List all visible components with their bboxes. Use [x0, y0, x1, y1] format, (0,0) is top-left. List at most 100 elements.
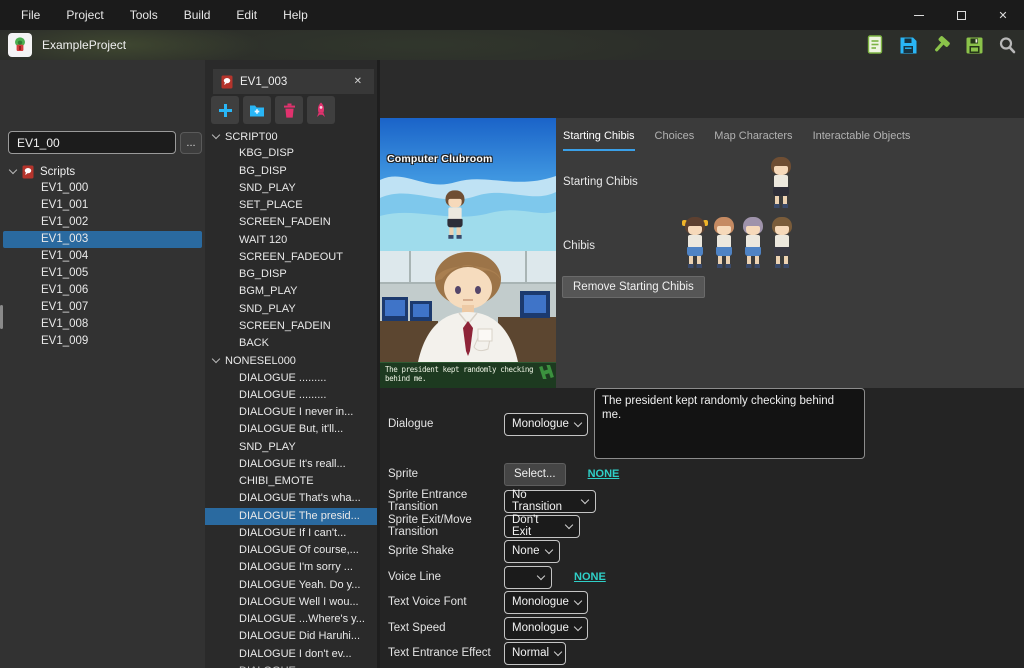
script-file-item[interactable]: EV1_006 — [3, 282, 202, 299]
script-file-item[interactable]: EV1_004 — [3, 248, 202, 265]
koizumi-chibi[interactable] — [769, 216, 795, 268]
build-button[interactable] — [930, 34, 952, 56]
script-file-item[interactable]: EV1_009 — [3, 333, 202, 350]
window-controls: ✕ — [898, 0, 1024, 30]
haruhi-chibi[interactable] — [682, 216, 708, 268]
tab-close-button[interactable]: ✕ — [350, 74, 366, 89]
kyon-chibi[interactable] — [768, 156, 794, 208]
close-button[interactable]: ✕ — [982, 0, 1024, 30]
scripts-tree: Scripts EV1_000EV1_001EV1_002EV1_003EV1_… — [0, 163, 205, 350]
command-item[interactable]: DIALOGUE That's wha... — [205, 490, 377, 507]
command-item[interactable]: DIALOGUE Did Haruhi... — [205, 628, 377, 645]
command-item[interactable]: WAIT 120 — [205, 232, 377, 249]
browse-button[interactable]: ... — [180, 132, 202, 154]
text-speed-dropdown[interactable]: Monologue — [504, 617, 588, 640]
script-file-item[interactable]: EV1_000 — [3, 180, 202, 197]
sprite-select-button[interactable]: Select... — [504, 463, 566, 486]
command-item[interactable]: SCREEN_FADEIN — [205, 214, 377, 231]
command-item[interactable]: SET_PLACE — [205, 197, 377, 214]
command-item[interactable]: DIALOGUE The presid... — [205, 508, 377, 525]
inspector-tab[interactable]: Choices — [655, 130, 695, 151]
command-item[interactable]: DIALOGUE Of course,... — [205, 542, 377, 559]
minimize-icon — [914, 15, 924, 16]
delete-command-button[interactable] — [275, 96, 303, 124]
script-file-item[interactable]: EV1_008 — [3, 316, 202, 333]
scripts-root-node[interactable]: Scripts — [0, 163, 205, 180]
command-item[interactable]: DIALOGUE I never in... — [205, 404, 377, 421]
command-item[interactable]: DIALOGUE But, it'll... — [205, 421, 377, 438]
command-item[interactable]: DIALOGUE I'm sorry ... — [205, 559, 377, 576]
inspector-tab[interactable]: Map Characters — [714, 130, 792, 151]
command-group-header[interactable]: NONESEL000 — [205, 352, 377, 369]
menu-item[interactable]: Tools — [117, 0, 171, 30]
nagato-chibi[interactable] — [740, 216, 766, 268]
command-item[interactable]: DIALOGUE ... — [205, 663, 377, 668]
menu-item[interactable]: File — [8, 0, 53, 30]
voice-line-none-link[interactable]: NONE — [574, 571, 606, 583]
inspector-tab[interactable]: Interactable Objects — [813, 130, 911, 151]
app-window: FileProjectToolsBuildEditHelp ✕ ExampleP… — [0, 0, 1024, 668]
script-file-item[interactable]: EV1_007 — [3, 299, 202, 316]
add-group-button[interactable] — [243, 96, 271, 124]
command-item[interactable]: CHIBI_EMOTE — [205, 473, 377, 490]
command-item[interactable]: DIALOGUE ......... — [205, 370, 377, 387]
minimize-button[interactable] — [898, 0, 940, 30]
close-icon: ✕ — [998, 9, 1007, 22]
command-item[interactable]: KBG_DISP — [205, 145, 377, 162]
inspector-tab[interactable]: Starting Chibis — [563, 130, 635, 151]
search-button[interactable] — [996, 34, 1018, 56]
editor-toolbar — [211, 96, 335, 124]
voice-line-dropdown[interactable] — [504, 566, 552, 589]
maximize-button[interactable] — [940, 0, 982, 30]
document-tab[interactable]: EV1_003 ✕ — [213, 69, 374, 94]
script-file-item[interactable]: EV1_005 — [3, 265, 202, 282]
chevron-down-icon — [554, 647, 562, 655]
chibis-row — [682, 216, 795, 268]
command-group-header[interactable]: SCRIPT00 — [205, 128, 377, 145]
mikuru-chibi[interactable] — [711, 216, 737, 268]
menu-item[interactable]: Project — [53, 0, 116, 30]
save-all-button[interactable] — [963, 34, 985, 56]
command-item[interactable]: DIALOGUE It's reall... — [205, 456, 377, 473]
dialogue-type-dropdown[interactable]: Monologue — [504, 413, 588, 436]
command-item[interactable]: DIALOGUE ......... — [205, 387, 377, 404]
remove-starting-chibis-button[interactable]: Remove Starting Chibis — [562, 276, 705, 298]
command-item[interactable]: DIALOGUE ...Where's y... — [205, 611, 377, 628]
add-command-button[interactable] — [211, 96, 239, 124]
command-item[interactable]: BG_DISP — [205, 266, 377, 283]
script-file-item[interactable]: EV1_001 — [3, 197, 202, 214]
sprite-shake-dropdown[interactable]: None — [504, 540, 560, 563]
left-panel-scrollbar[interactable] — [0, 305, 3, 329]
command-item[interactable]: SND_PLAY — [205, 301, 377, 318]
delete-icon — [283, 103, 296, 118]
dialogue-text-input[interactable]: The president kept randomly checking beh… — [594, 388, 865, 459]
menu-item[interactable]: Help — [270, 0, 321, 30]
command-item[interactable]: DIALOGUE I don't ev... — [205, 646, 377, 663]
script-file-item[interactable]: EV1_002 — [3, 214, 202, 231]
command-item[interactable]: BG_DISP — [205, 163, 377, 180]
sprite-exit-dropdown[interactable]: Don't Exit — [504, 515, 580, 538]
command-item[interactable]: DIALOGUE If I can't... — [205, 525, 377, 542]
command-item[interactable]: BGM_PLAY — [205, 283, 377, 300]
menu-item[interactable]: Build — [171, 0, 224, 30]
command-item[interactable]: SCREEN_FADEOUT — [205, 249, 377, 266]
command-item[interactable]: SND_PLAY — [205, 180, 377, 197]
launch-button[interactable] — [307, 96, 335, 124]
text-voice-font-dropdown[interactable]: Monologue — [504, 591, 588, 614]
save-button[interactable] — [897, 34, 919, 56]
script-file-item[interactable]: EV1_003 — [3, 231, 202, 248]
new-script-button[interactable] — [864, 34, 886, 56]
menu-item[interactable]: Edit — [223, 0, 270, 30]
script-search-input[interactable] — [8, 131, 176, 154]
group-label: SCRIPT00 — [225, 131, 278, 143]
command-item[interactable]: BACK — [205, 335, 377, 352]
preview-top-screen: Computer Clubroom — [380, 118, 556, 251]
command-item[interactable]: SND_PLAY — [205, 439, 377, 456]
preview-dialogue-text: The president kept randomly checking beh… — [385, 365, 533, 383]
sprite-entrance-dropdown[interactable]: No Transition — [504, 490, 596, 513]
sprite-none-link[interactable]: NONE — [588, 468, 620, 480]
text-entrance-dropdown[interactable]: Normal — [504, 642, 566, 665]
command-item[interactable]: DIALOGUE Yeah. Do y... — [205, 577, 377, 594]
command-item[interactable]: DIALOGUE Well I wou... — [205, 594, 377, 611]
command-item[interactable]: SCREEN_FADEIN — [205, 318, 377, 335]
